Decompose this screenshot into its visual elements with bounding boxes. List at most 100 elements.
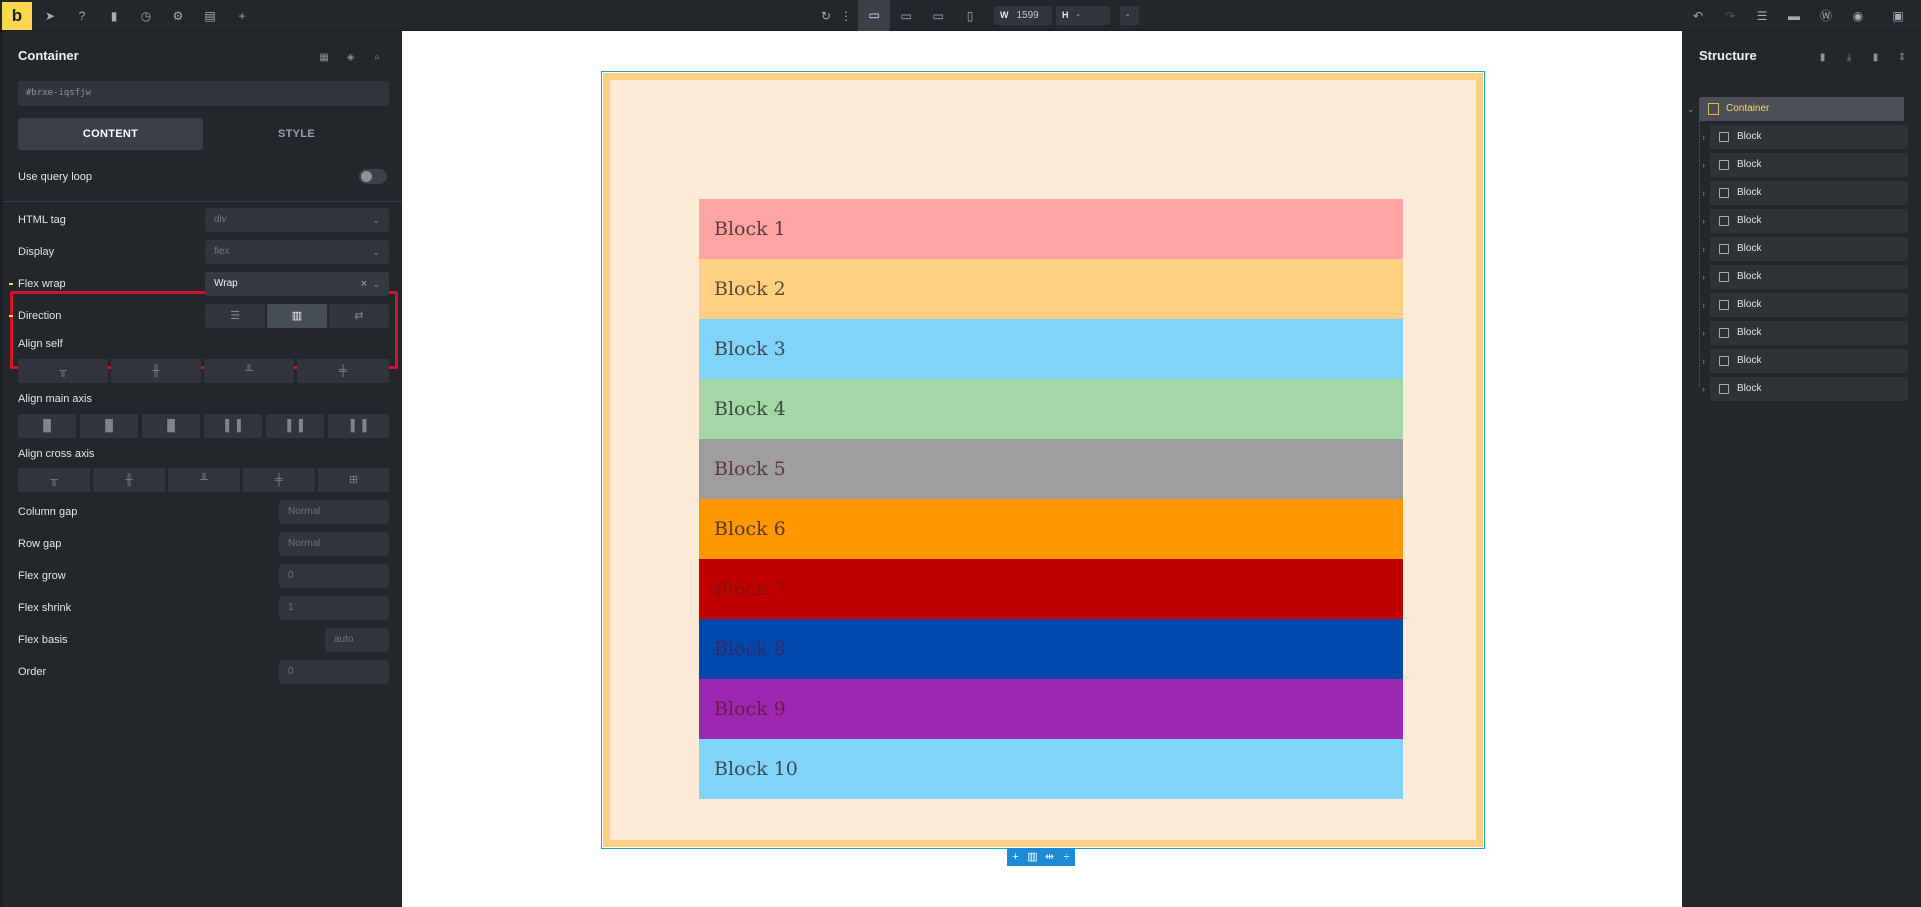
flex-grow-input[interactable]: 0 bbox=[279, 564, 389, 588]
tree-item-block[interactable]: Block bbox=[1710, 293, 1908, 317]
undo-icon[interactable]: ↶ bbox=[1688, 6, 1708, 26]
chevron-right-icon[interactable]: › bbox=[1702, 349, 1710, 373]
tree-item-block[interactable]: Block bbox=[1710, 209, 1908, 233]
canvas-block[interactable]: Block 1 bbox=[699, 199, 1403, 259]
template-icon[interactable]: ▤ bbox=[200, 6, 220, 26]
mobile-landscape-icon[interactable]: ▭ bbox=[928, 6, 948, 26]
row-gap-input[interactable]: Normal bbox=[279, 532, 389, 556]
pointer-icon[interactable]: ➤ bbox=[40, 6, 60, 26]
html-tag-select[interactable]: div ⌄ bbox=[205, 208, 389, 232]
pages-icon[interactable]: ▮ bbox=[104, 6, 124, 26]
clear-icon[interactable]: × bbox=[361, 272, 367, 296]
collapse-icon[interactable]: ⇕ bbox=[1895, 51, 1909, 65]
chevron-right-icon[interactable]: › bbox=[1702, 293, 1710, 317]
desktop-breakpoint-icon[interactable]: ▭ bbox=[858, 0, 890, 31]
column-gap-input[interactable]: Normal bbox=[279, 500, 389, 524]
tree-item-block[interactable]: Block bbox=[1710, 265, 1908, 289]
order-input[interactable]: 0 bbox=[279, 660, 389, 684]
canvas-block[interactable]: Block 3 bbox=[699, 319, 1403, 379]
chevron-right-icon[interactable]: › bbox=[1702, 237, 1710, 261]
canvas-width-field[interactable]: W 1599 bbox=[994, 6, 1052, 25]
redo-icon[interactable]: ↷ bbox=[1720, 6, 1740, 26]
add-icon[interactable]: + bbox=[232, 6, 252, 26]
align-self-start-icon[interactable]: ╥ bbox=[18, 359, 108, 383]
tree-item-block[interactable]: Block bbox=[1710, 181, 1908, 205]
chevron-right-icon[interactable]: › bbox=[1702, 209, 1710, 233]
download-icon[interactable]: ⤓ bbox=[1842, 51, 1856, 65]
flex-shrink-input[interactable]: 1 bbox=[279, 596, 389, 620]
tab-content[interactable]: CONTENT bbox=[18, 118, 203, 150]
align-self-end-icon[interactable]: ╨ bbox=[204, 359, 294, 383]
search-icon[interactable]: ⌕ bbox=[370, 51, 384, 65]
column-layout-icon[interactable]: ▥ bbox=[1024, 848, 1041, 866]
chevron-right-icon[interactable]: › bbox=[1702, 321, 1710, 345]
folder-icon[interactable]: ▬ bbox=[1784, 6, 1804, 26]
refresh-icon[interactable]: ↻ bbox=[816, 6, 836, 26]
direction-column-icon[interactable]: ▥ bbox=[267, 304, 327, 328]
css-class-icon[interactable]: ▦ bbox=[317, 51, 331, 65]
more-vertical-icon[interactable]: ⋮ bbox=[836, 6, 856, 26]
help-icon[interactable]: ? bbox=[72, 6, 92, 26]
tree-item-block[interactable]: Block bbox=[1710, 237, 1908, 261]
canvas-block[interactable]: Block 2 bbox=[699, 259, 1403, 319]
chevron-right-icon[interactable]: › bbox=[1702, 125, 1710, 149]
tablet-landscape-icon[interactable]: ▭ bbox=[896, 6, 916, 26]
chevron-down-icon[interactable]: ⌄ bbox=[1687, 97, 1695, 121]
align-self-center-icon[interactable]: ╫ bbox=[111, 359, 201, 383]
flex-wrap-select[interactable]: Wrap × ⌄ bbox=[205, 272, 389, 296]
chevron-right-icon[interactable]: › bbox=[1702, 181, 1710, 205]
tree-item-block[interactable]: Block bbox=[1710, 377, 1908, 401]
align-items-stretch-icon[interactable]: ╪ bbox=[243, 468, 315, 492]
clipboard-icon[interactable]: ▮ bbox=[1816, 51, 1830, 65]
presets-icon[interactable]: ◈ bbox=[344, 51, 358, 65]
canvas-block[interactable]: Block 9 bbox=[699, 679, 1403, 739]
direction-reverse-icon[interactable]: ⇄ bbox=[329, 304, 389, 328]
canvas-block[interactable]: Block 6 bbox=[699, 499, 1403, 559]
chevron-right-icon[interactable]: › bbox=[1702, 265, 1710, 289]
canvas-block[interactable]: Block 5 bbox=[699, 439, 1403, 499]
history-icon[interactable]: ◷ bbox=[136, 6, 156, 26]
spacing-icon[interactable]: ÷ bbox=[1058, 848, 1075, 866]
canvas-height-field[interactable]: H- bbox=[1056, 6, 1110, 25]
canvas-block[interactable]: Block 8 bbox=[699, 619, 1403, 679]
chevron-right-icon[interactable]: › bbox=[1702, 153, 1710, 177]
justify-center-icon[interactable]: ▐▌ bbox=[80, 414, 138, 438]
display-select[interactable]: flex ⌄ bbox=[205, 240, 389, 264]
wordpress-icon[interactable]: Ⓦ bbox=[1816, 6, 1836, 26]
canvas-block[interactable]: Block 7 bbox=[699, 559, 1403, 619]
use-query-loop-toggle[interactable] bbox=[359, 169, 387, 184]
justify-around-icon[interactable]: ▌▐ bbox=[266, 414, 324, 438]
bricks-logo[interactable]: b bbox=[2, 2, 32, 30]
canvas-zoom-field[interactable]: - bbox=[1120, 6, 1139, 25]
add-element-icon[interactable]: + bbox=[1007, 848, 1024, 866]
preview-eye-icon[interactable]: ◉ bbox=[1848, 6, 1868, 26]
selected-container[interactable]: Block 1 Block 2 Block 3 Block 4 Block 5 Block… bbox=[601, 71, 1485, 866]
move-icon[interactable]: ⇹ bbox=[1041, 848, 1058, 866]
tree-item-block[interactable]: Block bbox=[1710, 125, 1908, 149]
tree-item-container[interactable]: Container bbox=[1699, 97, 1904, 121]
justify-end-icon[interactable]: ▐▌ bbox=[142, 414, 200, 438]
tree-item-block[interactable]: Block bbox=[1710, 349, 1908, 373]
align-items-end-icon[interactable]: ╨ bbox=[168, 468, 240, 492]
structure-layers-icon[interactable]: ☰ bbox=[1752, 6, 1772, 26]
canvas-block[interactable]: Block 10 bbox=[699, 739, 1403, 799]
save-icon[interactable]: ▣ bbox=[1888, 6, 1908, 26]
justify-between-icon[interactable]: ▌▐ bbox=[204, 414, 262, 438]
align-items-start-icon[interactable]: ╥ bbox=[18, 468, 90, 492]
canvas-block[interactable]: Block 4 bbox=[699, 379, 1403, 439]
tab-style[interactable]: STYLE bbox=[204, 118, 389, 150]
align-items-baseline-icon[interactable]: ⊞ bbox=[318, 468, 389, 492]
justify-start-icon[interactable]: ▐▌ bbox=[18, 414, 76, 438]
tree-item-block[interactable]: Block bbox=[1710, 321, 1908, 345]
direction-row-icon[interactable]: ☰ bbox=[205, 304, 265, 328]
align-self-stretch-icon[interactable]: ╪ bbox=[297, 359, 389, 383]
settings-gear-icon[interactable]: ⚙ bbox=[168, 6, 188, 26]
align-items-center-icon[interactable]: ╫ bbox=[93, 468, 165, 492]
css-id-field[interactable]: #brxe-iqsfjw bbox=[18, 81, 389, 106]
justify-evenly-icon[interactable]: ▌▐ bbox=[328, 414, 389, 438]
mobile-portrait-icon[interactable]: ▯ bbox=[960, 6, 980, 26]
chevron-right-icon[interactable]: › bbox=[1702, 377, 1710, 401]
delete-icon[interactable]: ▮ bbox=[1869, 51, 1883, 65]
flex-basis-input[interactable]: auto bbox=[325, 628, 389, 652]
tree-item-block[interactable]: Block bbox=[1710, 153, 1908, 177]
